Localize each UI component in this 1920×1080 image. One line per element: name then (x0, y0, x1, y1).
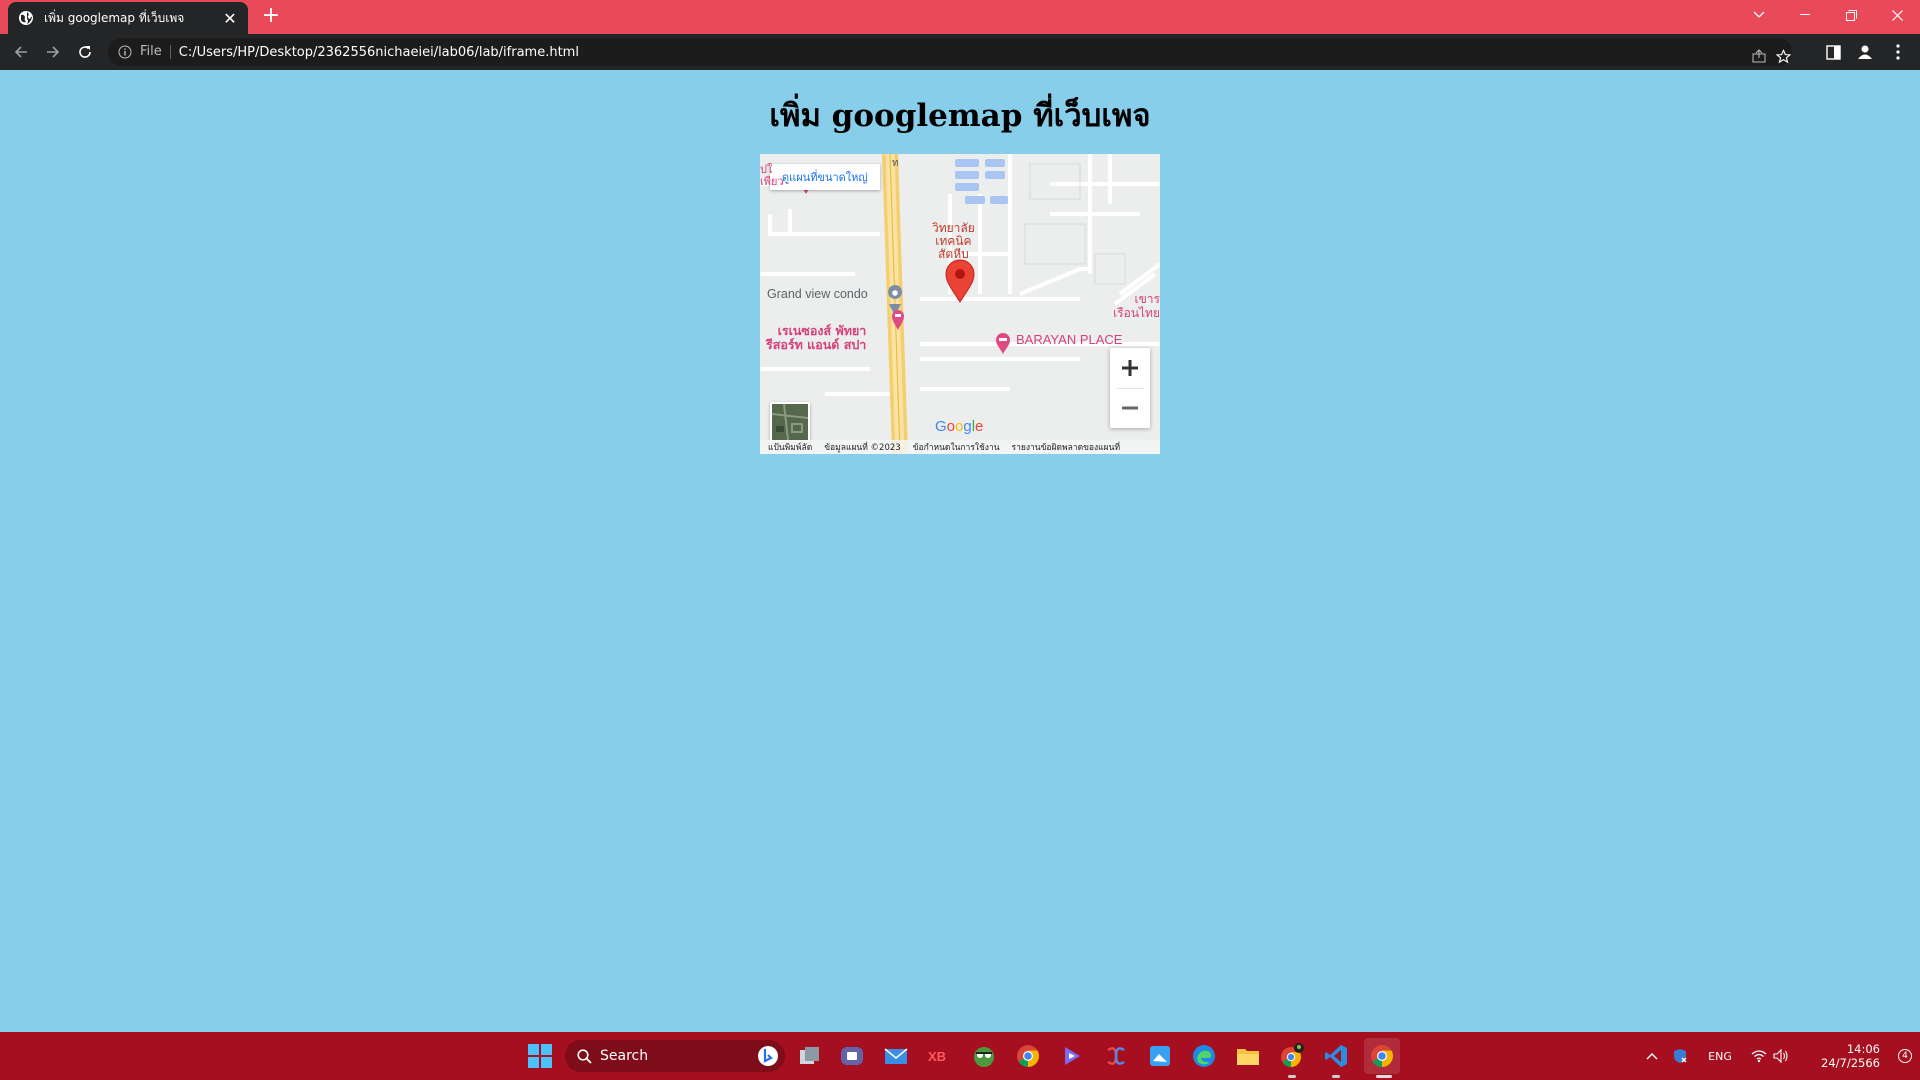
system-tray: ENG 14:06 24/7/2566 4 (1640, 1032, 1920, 1080)
start-button[interactable] (528, 1044, 552, 1068)
clock-time: 14:06 (1846, 1042, 1880, 1056)
arrow-right-icon (47, 46, 60, 58)
xbox-app-icon[interactable]: XB (924, 1040, 956, 1072)
plus-icon (1122, 360, 1138, 376)
keyboard-shortcuts-link[interactable]: แป้นพิมพ์ลัด (768, 440, 812, 454)
bookmark-star-icon[interactable] (1772, 45, 1794, 67)
zoom-in-button[interactable] (1110, 348, 1150, 388)
close-window-icon[interactable] (1874, 0, 1920, 30)
resort-label-line-1: เรเนซองส์ พัทยา (777, 323, 867, 338)
report-map-error-link[interactable]: รายงานข้อผิดพลาดของแผนที่ (1012, 440, 1121, 454)
edge-icon[interactable] (1188, 1040, 1220, 1072)
satellite-toggle-thumbnail[interactable] (770, 402, 810, 442)
minimize-icon[interactable] (1782, 0, 1828, 30)
resort-label[interactable]: เรเนซองส์ พัทยา รีสอร์ท แอนด์ สปา (766, 324, 866, 352)
forward-button[interactable] (41, 40, 65, 64)
clock-date: 24/7/2566 (1821, 1056, 1880, 1070)
zoom-out-button[interactable] (1110, 388, 1150, 428)
barayan-place-label[interactable]: BARAYAN PLACE (1016, 332, 1122, 347)
chrome-profile-icon[interactable] (1276, 1040, 1308, 1072)
side-panel-icon (1825, 44, 1841, 60)
taskbar: Search XB ENG 14:06 24/7/2566 4 (0, 1032, 1920, 1080)
profile-icon (1858, 45, 1872, 59)
college-label-line-3: สัตหีบ (938, 247, 969, 261)
language-indicator[interactable]: ENG (1700, 1032, 1740, 1080)
new-tab-button[interactable]: + (260, 5, 282, 28)
vscode-icon[interactable] (1320, 1040, 1352, 1072)
teams-chat-icon[interactable] (836, 1040, 868, 1072)
wifi-icon[interactable] (1748, 1032, 1770, 1080)
url-text[interactable]: C:/Users/HP/Desktop/2362556nichaeiei/lab… (179, 45, 579, 60)
search-placeholder: Search (600, 1048, 649, 1064)
menu-button[interactable] (1886, 40, 1910, 64)
address-bar[interactable]: File C:/Users/HP/Desktop/2362556nichaeie… (108, 38, 1792, 66)
photos-icon[interactable] (1144, 1040, 1176, 1072)
view-larger-map-link[interactable]: ดูแผนที่ขนาดใหญ่ (770, 164, 880, 190)
kebab-menu-icon (1896, 44, 1900, 60)
tab-strip: เพิ่ม googlemap ที่เว็บเพจ ✕ + (0, 0, 1920, 34)
tab-search-icon[interactable] (1736, 0, 1782, 30)
map-label-right-edge-1: เขาร (1134, 292, 1161, 306)
svg-text:XB: XB (928, 1049, 946, 1063)
arrow-left-icon (14, 46, 27, 58)
copilot-icon[interactable] (1056, 1040, 1088, 1072)
zoom-divider (1116, 388, 1144, 389)
logo-letter: o (946, 418, 956, 435)
close-tab-icon[interactable]: ✕ (222, 9, 238, 28)
map-data-attribution: ข้อมูลแผนที่ ©2023 (824, 443, 901, 453)
notification-count-badge[interactable]: 4 (1898, 1049, 1912, 1063)
task-view-icon[interactable] (794, 1040, 826, 1072)
scheme-label: File (140, 45, 171, 59)
map-label-top-left: ปใ เพียว (760, 164, 784, 188)
bing-icon (758, 1046, 778, 1066)
profile-button[interactable] (1853, 40, 1877, 64)
terms-of-use-link[interactable]: ข้อกำหนดในการใช้งาน (913, 440, 1000, 454)
map-label-right-edge: เขาร เรือนไทย (1098, 292, 1160, 320)
reload-icon (79, 46, 91, 58)
chrome-active-icon[interactable] (1364, 1038, 1400, 1074)
chevron-up-icon[interactable] (1640, 1032, 1664, 1080)
logo-letter: g (963, 418, 972, 435)
zoom-controls (1110, 348, 1150, 428)
info-icon[interactable] (118, 45, 132, 59)
map-label-right-edge-2: เรือนไทย (1113, 306, 1160, 320)
media-app-icon[interactable] (1100, 1040, 1132, 1072)
back-button[interactable] (9, 40, 33, 64)
running-indicator (1332, 1075, 1340, 1078)
page-viewport: เพิ่ม googlemap ที่เว็บเพจ ดูแผนที่ขนาดใ… (0, 70, 1920, 1032)
resort-label-line-2: รีสอร์ท แอนด์ สปา (766, 337, 867, 352)
share-icon[interactable] (1748, 45, 1770, 67)
side-panel-button[interactable] (1821, 40, 1845, 64)
taskbar-search-box[interactable]: Search (565, 1040, 785, 1072)
browser-toolbar: File C:/Users/HP/Desktop/2362556nichaeie… (0, 34, 1920, 70)
college-label: วิทยาลัย เทคนิค สัตหีบ (932, 222, 975, 261)
tab-title: เพิ่ม googlemap ที่เว็บเพจ (44, 10, 185, 25)
file-explorer-icon[interactable] (1232, 1040, 1264, 1072)
active-indicator (1376, 1075, 1392, 1078)
map-footer: แป้นพิมพ์ลัด ข้อมูลแผนที่ ©2023 ข้อกำหนด… (760, 440, 1160, 454)
road-number-label: ท (892, 158, 899, 169)
page-heading: เพิ่ม googlemap ที่เว็บเพจ (769, 98, 1151, 134)
reload-button[interactable] (73, 40, 97, 64)
map-label-top-left-2: เพียว (760, 175, 784, 188)
browser-tab[interactable]: เพิ่ม googlemap ที่เว็บเพจ ✕ (8, 2, 248, 34)
minus-icon (1122, 406, 1138, 410)
windows-logo-icon (528, 1044, 552, 1068)
google-logo: Google (935, 418, 983, 435)
chrome-icon[interactable] (1012, 1040, 1044, 1072)
volume-icon[interactable] (1770, 1032, 1792, 1080)
running-indicator (1288, 1075, 1296, 1078)
grand-view-condo-label[interactable]: Grand view condo (767, 287, 868, 301)
defender-shield-icon[interactable] (1668, 1032, 1692, 1080)
restore-icon[interactable] (1828, 0, 1874, 30)
logo-letter: e (975, 418, 984, 435)
logo-letter: G (935, 418, 947, 435)
game-app-icon[interactable] (968, 1040, 1000, 1072)
clock[interactable]: 14:06 24/7/2566 (1821, 1042, 1880, 1070)
google-map-iframe[interactable]: ดูแผนที่ขนาดใหญ่ ปใ เพียว ท วิทยาลัย เทค… (760, 154, 1160, 454)
globe-icon (19, 11, 33, 25)
search-icon (577, 1048, 592, 1064)
mail-icon[interactable] (880, 1040, 912, 1072)
